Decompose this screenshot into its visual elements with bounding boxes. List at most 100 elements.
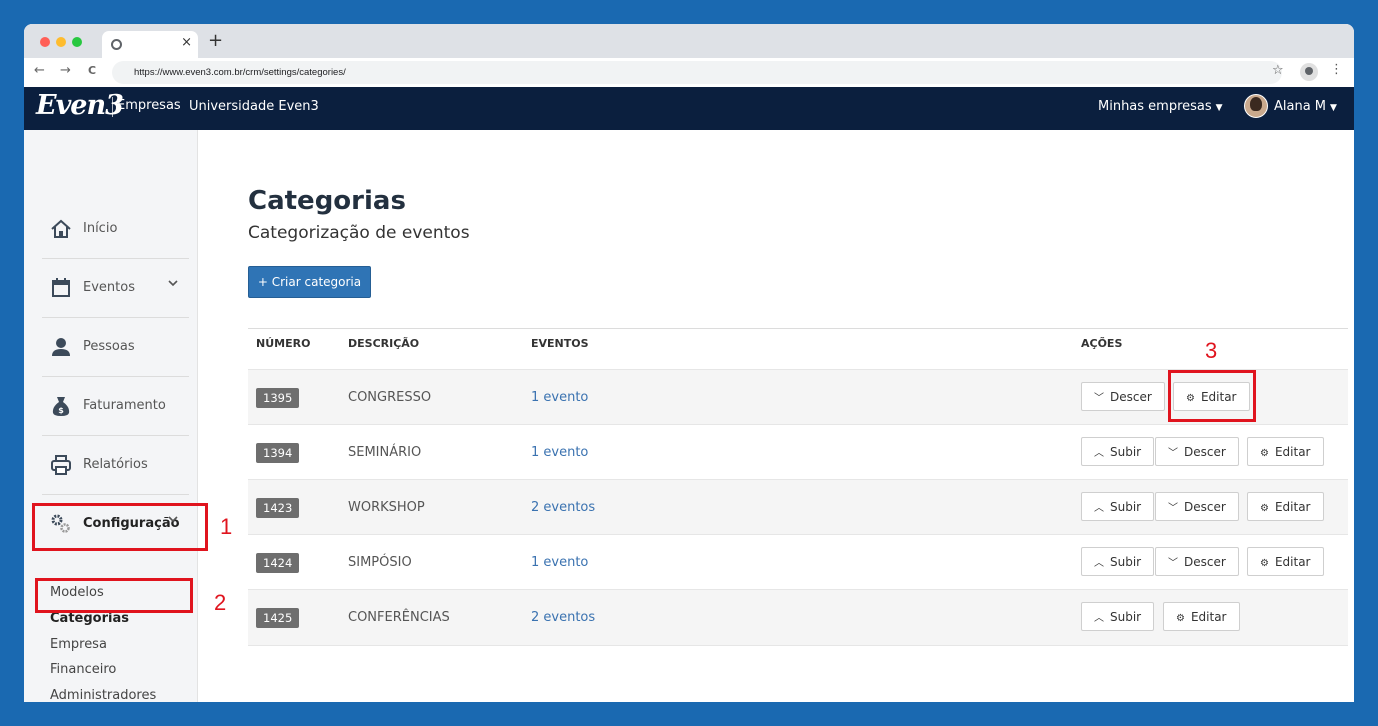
move-down-button[interactable]: ﹀ Descer bbox=[1155, 492, 1239, 521]
forward-icon[interactable]: → bbox=[60, 63, 71, 78]
edit-button[interactable]: ⚙ Editar bbox=[1247, 492, 1324, 521]
move-down-label: Descer bbox=[1184, 500, 1226, 514]
move-down-button[interactable]: ﹀ Descer bbox=[1155, 547, 1239, 576]
sidebar-item-label: Início bbox=[83, 221, 118, 236]
edit-button[interactable]: ⚙ Editar bbox=[1163, 602, 1240, 631]
url-text: https://www.even3.com.br/crm/settings/ca… bbox=[134, 67, 346, 78]
organization-name: Universidade Even3 bbox=[189, 99, 319, 114]
sidebar-item-label: Relatórios bbox=[83, 457, 148, 472]
browser-window: × + ← → C https://www.even3.com.br/crm/s… bbox=[24, 24, 1354, 702]
sidebar-item-inicio[interactable]: Início bbox=[42, 200, 189, 259]
category-number: 1425 bbox=[256, 608, 300, 628]
move-up-label: Subir bbox=[1110, 555, 1142, 569]
sidebar-item-faturamento[interactable]: $ Faturamento bbox=[42, 377, 189, 436]
browser-tab[interactable]: × bbox=[102, 31, 198, 58]
even3-logo[interactable]: Even3 bbox=[36, 90, 124, 121]
logo-divider bbox=[112, 97, 113, 117]
submenu-item-administradores[interactable]: Administradores bbox=[50, 688, 156, 702]
table-header: NÚMERO DESCRIÇÃO EVENTOS AÇÕES bbox=[248, 328, 1348, 370]
bookmark-star-icon[interactable]: ☆ bbox=[1272, 63, 1284, 78]
sidebar-item-label: Pessoas bbox=[83, 339, 135, 354]
move-down-label: Descer bbox=[1184, 445, 1226, 459]
sidebar-item-relatorios[interactable]: Relatórios bbox=[42, 436, 189, 495]
annotation-box-configuracao bbox=[32, 503, 208, 551]
category-events-link[interactable]: 2 eventos bbox=[531, 500, 595, 515]
minimize-window-dot[interactable] bbox=[56, 37, 66, 47]
reload-icon[interactable]: C bbox=[88, 64, 96, 77]
chevron-up-icon: ︿ bbox=[1094, 448, 1104, 459]
move-up-button[interactable]: ︿ Subir bbox=[1081, 437, 1155, 466]
sidebar-item-label: Faturamento bbox=[83, 398, 166, 413]
category-events-link[interactable]: 2 eventos bbox=[531, 610, 595, 625]
profile-icon[interactable] bbox=[1300, 63, 1318, 81]
gears-icon: ⚙ bbox=[1260, 558, 1269, 569]
sidebar-item-eventos[interactable]: Eventos bbox=[42, 259, 189, 318]
submenu-item-empresa[interactable]: Empresa bbox=[50, 637, 107, 652]
annotation-number-3: 3 bbox=[1205, 338, 1218, 363]
gears-icon: ⚙ bbox=[1260, 448, 1269, 459]
page-title: Categorias bbox=[248, 186, 406, 216]
category-events-link[interactable]: 1 evento bbox=[531, 445, 588, 460]
edit-button[interactable]: ⚙ Editar bbox=[1247, 437, 1324, 466]
category-description: SEMINÁRIO bbox=[348, 445, 422, 460]
chevron-down-icon: ﹀ bbox=[1094, 393, 1104, 404]
caret-down-icon: ▼ bbox=[1215, 103, 1223, 113]
browser-menu-icon[interactable]: ⋮ bbox=[1330, 62, 1343, 77]
table-row: 1425 CONFERÊNCIAS 2 eventos ︿ Subir ⚙ Edit… bbox=[248, 589, 1348, 646]
annotation-box-edit bbox=[1168, 370, 1256, 422]
category-description: CONFERÊNCIAS bbox=[348, 610, 450, 625]
submenu-item-categorias[interactable]: Categorias bbox=[50, 611, 129, 626]
address-bar-row: ← → C https://www.even3.com.br/crm/setti… bbox=[24, 58, 1354, 88]
move-down-button[interactable]: ﹀ Descer bbox=[1155, 437, 1239, 466]
url-field[interactable]: https://www.even3.com.br/crm/settings/ca… bbox=[112, 61, 1282, 84]
gears-icon: ⚙ bbox=[1176, 613, 1185, 624]
chevron-down-icon bbox=[168, 280, 178, 287]
move-up-button[interactable]: ︿ Subir bbox=[1081, 602, 1155, 631]
create-category-button[interactable]: + Criar categoria bbox=[248, 266, 371, 298]
my-companies-label: Minhas empresas bbox=[1098, 99, 1212, 114]
chevron-up-icon: ︿ bbox=[1094, 503, 1104, 514]
edit-label: Editar bbox=[1274, 500, 1311, 514]
sidebar: Início Eventos Pessoas $ Faturamento Rel… bbox=[24, 130, 198, 702]
column-header-description: DESCRIÇÃO bbox=[348, 337, 420, 350]
move-down-label: Descer bbox=[1110, 390, 1152, 404]
category-description: SIMPÓSIO bbox=[348, 555, 412, 570]
category-description: WORKSHOP bbox=[348, 500, 425, 515]
table-row: 1394 SEMINÁRIO 1 evento ︿ Subir ﹀ Descer ⚙… bbox=[248, 424, 1348, 480]
category-number: 1424 bbox=[256, 553, 300, 573]
my-companies-menu[interactable]: Minhas empresas ▼ bbox=[1098, 99, 1223, 114]
column-header-number: NÚMERO bbox=[256, 337, 311, 350]
category-events-link[interactable]: 1 evento bbox=[531, 390, 588, 405]
column-header-actions: AÇÕES bbox=[1081, 337, 1123, 350]
column-header-events: EVENTOS bbox=[531, 337, 589, 350]
edit-label: Editar bbox=[1190, 610, 1227, 624]
move-down-label: Descer bbox=[1184, 555, 1226, 569]
move-up-label: Subir bbox=[1110, 610, 1142, 624]
annotation-number-1: 1 bbox=[220, 514, 233, 539]
submenu-item-financeiro[interactable]: Financeiro bbox=[50, 662, 116, 677]
move-up-button[interactable]: ︿ Subir bbox=[1081, 547, 1155, 576]
printer-icon bbox=[51, 455, 71, 475]
sidebar-item-label: Eventos bbox=[83, 280, 135, 295]
move-down-button[interactable]: ﹀ Descer bbox=[1081, 382, 1165, 411]
chevron-down-icon: ﹀ bbox=[1168, 503, 1178, 514]
chevron-down-icon: ﹀ bbox=[1168, 558, 1178, 569]
move-up-button[interactable]: ︿ Subir bbox=[1081, 492, 1155, 521]
back-icon[interactable]: ← bbox=[34, 63, 45, 78]
close-window-dot[interactable] bbox=[40, 37, 50, 47]
category-events-link[interactable]: 1 evento bbox=[531, 555, 588, 570]
chevron-up-icon: ︿ bbox=[1094, 613, 1104, 624]
new-tab-button[interactable]: + bbox=[208, 30, 223, 51]
maximize-window-dot[interactable] bbox=[72, 37, 82, 47]
category-number: 1423 bbox=[256, 498, 300, 518]
caret-down-icon: ▼ bbox=[1330, 103, 1337, 113]
edit-label: Editar bbox=[1274, 555, 1311, 569]
tab-close-icon[interactable]: × bbox=[181, 35, 192, 50]
edit-button[interactable]: ⚙ Editar bbox=[1247, 547, 1324, 576]
sidebar-item-pessoas[interactable]: Pessoas bbox=[42, 318, 189, 377]
edit-label: Editar bbox=[1274, 445, 1311, 459]
table-row: 1423 WORKSHOP 2 eventos ︿ Subir ﹀ Descer ⚙… bbox=[248, 479, 1348, 535]
annotation-number-2: 2 bbox=[214, 590, 227, 615]
brand-subtitle: Empresas bbox=[117, 98, 181, 113]
chevron-down-icon: ﹀ bbox=[1168, 448, 1178, 459]
